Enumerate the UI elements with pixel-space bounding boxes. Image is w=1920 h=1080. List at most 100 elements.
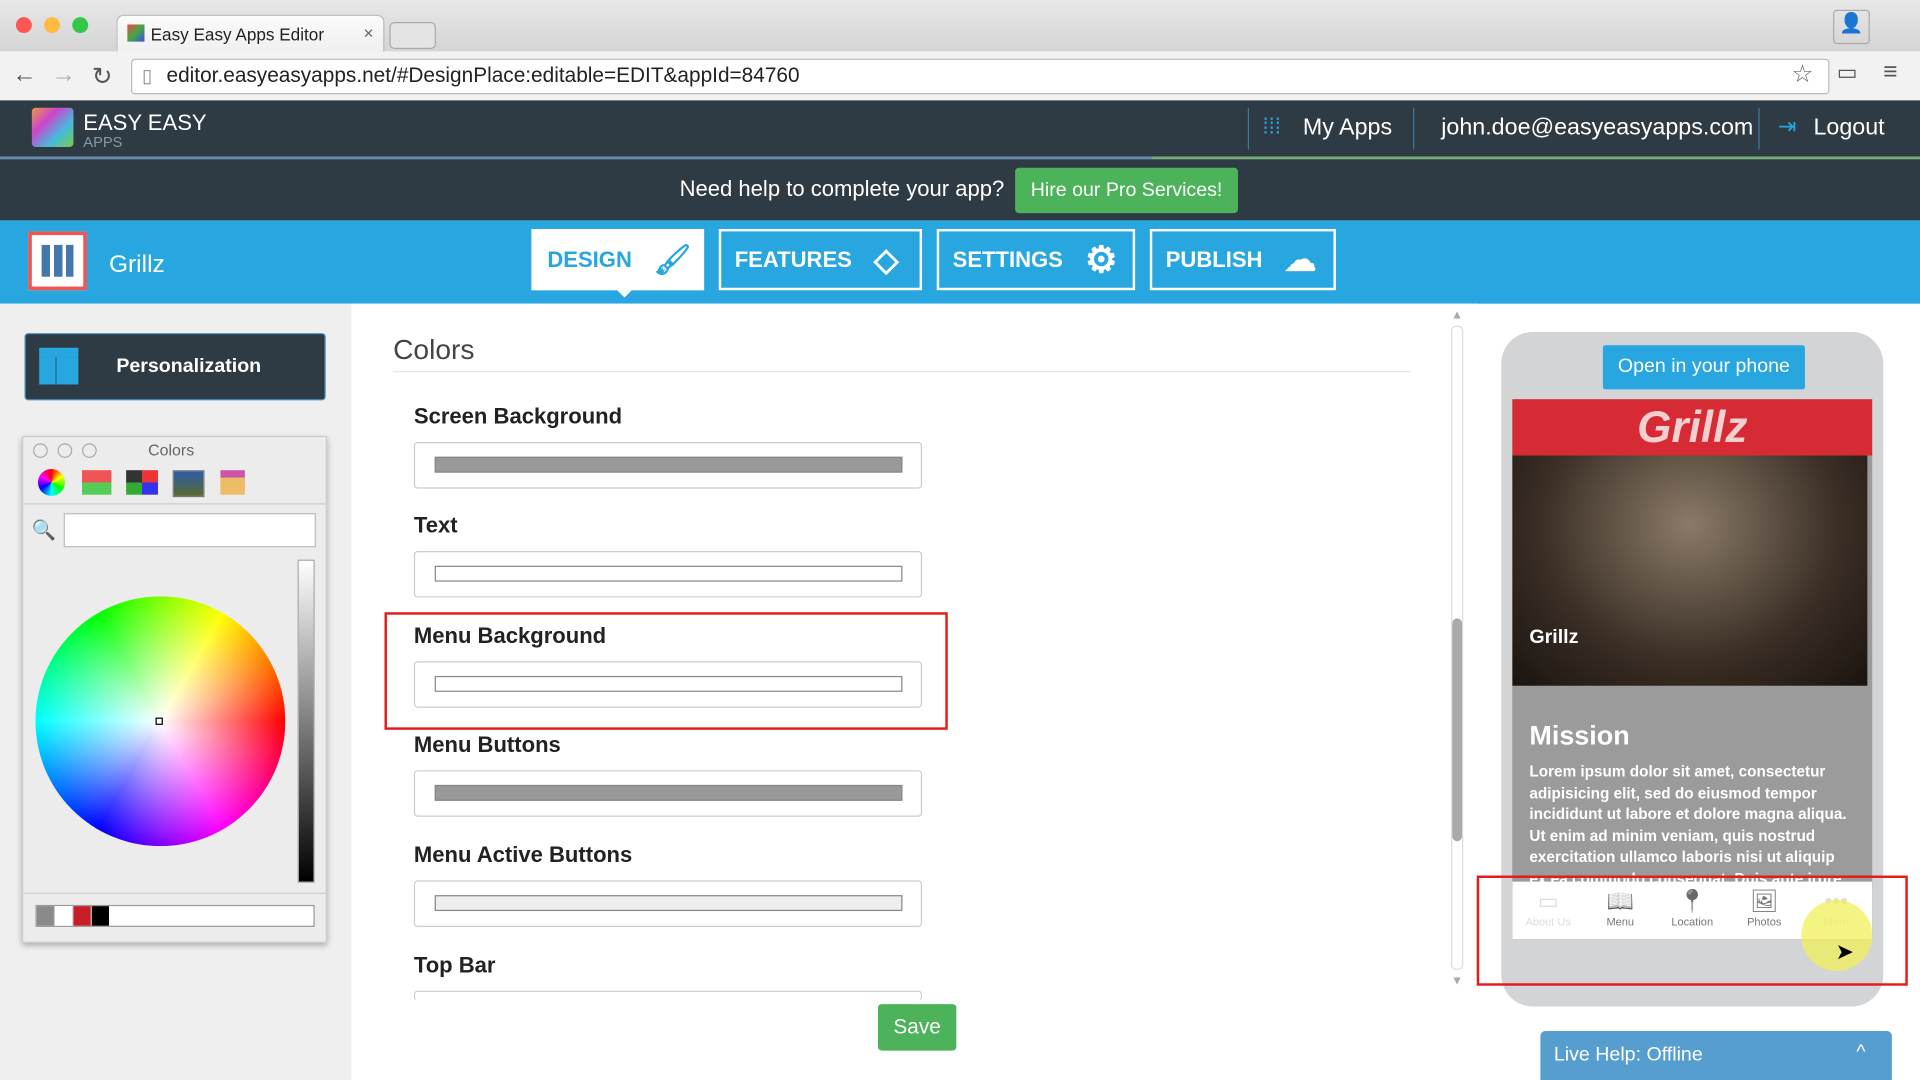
browser-tab-bar: Easy Easy Apps Editor × 👤 bbox=[0, 0, 1920, 53]
forward-icon[interactable]: → bbox=[51, 61, 75, 89]
color-swatch bbox=[434, 784, 903, 801]
scrollbar-track[interactable] bbox=[1451, 325, 1464, 970]
scroll-up-icon[interactable]: ▲ bbox=[1451, 309, 1463, 322]
page-icon: ▯ bbox=[142, 66, 153, 87]
url-input[interactable]: ▯ editor.easyeasyapps.net/#DesignPlace:e… bbox=[131, 58, 1830, 95]
color-wheel-mode-icon[interactable] bbox=[37, 468, 65, 496]
panel-zoom-button[interactable] bbox=[82, 443, 97, 458]
open-in-phone-button[interactable]: Open in your phone bbox=[1602, 345, 1805, 390]
layout-icon bbox=[39, 347, 79, 385]
tab-features[interactable]: FEATURES ◇ bbox=[718, 228, 923, 291]
search-icon: 🔍 bbox=[31, 520, 57, 542]
help-text: Need help to complete your app? bbox=[679, 176, 1005, 201]
chevron-up-icon[interactable]: ^ bbox=[1856, 1042, 1865, 1064]
favicon-icon bbox=[127, 24, 145, 42]
personalization-label: Personalization bbox=[116, 356, 262, 378]
panel-close-button[interactable] bbox=[33, 443, 48, 458]
color-input[interactable] bbox=[413, 990, 923, 1001]
logout-icon: ⇥ bbox=[1777, 113, 1797, 139]
personalization-button[interactable]: Personalization bbox=[24, 333, 326, 401]
screen: Easy Easy Apps Editor × 👤 ← → ↻ ▯ editor… bbox=[0, 0, 1920, 1080]
user-email-link[interactable]: john.doe@easyeasyapps.com bbox=[1441, 115, 1753, 142]
tab-settings[interactable]: SETTINGS ⚙ bbox=[936, 228, 1136, 291]
tab-design[interactable]: DESIGN 🖌 bbox=[531, 228, 705, 291]
swatch-strip bbox=[35, 904, 315, 927]
color-swatch bbox=[434, 895, 903, 912]
address-bar-row: ← → ↻ ▯ editor.easyeasyapps.net/#DesignP… bbox=[0, 51, 1920, 102]
logo-text: EASY EASY bbox=[83, 110, 207, 135]
section-title: Colors bbox=[393, 333, 475, 365]
sidebar: Personalization Colors 🔍 bbox=[0, 303, 352, 1080]
image-palette-icon[interactable] bbox=[172, 470, 205, 498]
swatch-gray[interactable] bbox=[36, 906, 56, 926]
color-input[interactable] bbox=[413, 551, 923, 598]
field-label: Menu Active Buttons bbox=[413, 842, 633, 867]
highlight-box bbox=[1476, 875, 1908, 986]
content-heading: Mission bbox=[1529, 720, 1630, 751]
tab-title: Easy Easy Apps Editor bbox=[150, 24, 325, 45]
close-window-button[interactable] bbox=[15, 17, 32, 34]
crayons-icon[interactable] bbox=[220, 470, 245, 495]
field-label: Menu Buttons bbox=[413, 732, 561, 757]
scrollbar-thumb[interactable] bbox=[1452, 618, 1463, 842]
minimize-window-button[interactable] bbox=[44, 17, 61, 34]
logo-icon bbox=[31, 107, 74, 147]
sliders-mode-icon[interactable] bbox=[82, 470, 112, 495]
help-bar: Need help to complete your app? Hire our… bbox=[0, 159, 1920, 221]
hero-caption: Grillz bbox=[1529, 626, 1579, 648]
color-swatch bbox=[434, 456, 903, 473]
logo-subtext: APPS bbox=[83, 133, 123, 151]
content-body: Lorem ipsum dolor sit amet, consectetur … bbox=[1529, 762, 1847, 888]
scroll-down-icon[interactable]: ▼ bbox=[1451, 975, 1463, 988]
tab-label: FEATURES bbox=[734, 246, 852, 272]
cast-icon[interactable]: ▭ bbox=[1837, 60, 1858, 86]
back-icon[interactable]: ← bbox=[12, 61, 36, 89]
swatch-white[interactable] bbox=[55, 906, 74, 926]
tab-label: PUBLISH bbox=[1165, 246, 1263, 272]
my-apps-link[interactable]: My Apps bbox=[1303, 115, 1392, 142]
menu-icon[interactable]: ≡ bbox=[1883, 59, 1897, 87]
panel-title: Colors bbox=[148, 440, 195, 460]
main-content: Colors Screen Background Text Menu Backgro… bbox=[351, 303, 1478, 1080]
phone-screen: Grillz Grillz Mission Lorem ipsum dolor … bbox=[1512, 399, 1873, 940]
color-search-input[interactable] bbox=[63, 513, 316, 548]
panel-minimize-button[interactable] bbox=[57, 443, 73, 458]
field-label: Top Bar bbox=[413, 952, 496, 978]
color-input[interactable] bbox=[413, 770, 923, 817]
tab-label: DESIGN bbox=[547, 246, 632, 272]
save-button[interactable]: Save bbox=[877, 1004, 957, 1051]
app-name: Grillz bbox=[108, 251, 165, 278]
palettes-mode-icon[interactable] bbox=[126, 470, 158, 495]
live-help-label: Live Help: Offline bbox=[1553, 1044, 1703, 1066]
logout-link[interactable]: Logout bbox=[1813, 115, 1884, 142]
bookmark-star-icon[interactable]: ☆ bbox=[1791, 59, 1813, 90]
app-nav-bar: Grillz DESIGN 🖌 FEATURES ◇ SETTINGS ⚙ PUBLI… bbox=[0, 220, 1920, 304]
tab-publish[interactable]: PUBLISH ☁ bbox=[1149, 228, 1336, 291]
tag-icon: ◇ bbox=[873, 240, 899, 278]
color-picker-panel: Colors 🔍 bbox=[22, 435, 327, 943]
color-input[interactable] bbox=[413, 880, 923, 927]
app-title-bar: Grillz bbox=[1512, 399, 1873, 456]
new-tab-button[interactable] bbox=[389, 22, 436, 49]
reload-icon[interactable]: ↻ bbox=[92, 61, 113, 92]
live-help-widget[interactable]: Live Help: Offline ^ bbox=[1540, 1031, 1892, 1080]
gear-icon: ⚙ bbox=[1084, 239, 1118, 280]
swatch-red[interactable] bbox=[73, 906, 92, 926]
color-swatch bbox=[434, 565, 903, 582]
paintbrush-icon: 🖌 bbox=[653, 243, 692, 277]
maximize-window-button[interactable] bbox=[72, 17, 89, 34]
browser-tab[interactable]: Easy Easy Apps Editor × bbox=[116, 14, 385, 53]
app-header: EASY EASY APPS ⁞⁞⁞ My Apps john.doe@easy… bbox=[0, 100, 1920, 157]
tab-label: SETTINGS bbox=[952, 246, 1063, 272]
cloud-upload-icon: ☁ bbox=[1284, 240, 1317, 278]
swatch-black[interactable] bbox=[91, 906, 109, 926]
brightness-slider[interactable] bbox=[297, 559, 315, 883]
field-label: Text bbox=[413, 513, 458, 538]
hero-image: Grillz bbox=[1512, 455, 1868, 686]
profile-icon[interactable]: 👤 bbox=[1833, 9, 1870, 45]
color-selector-handle[interactable] bbox=[155, 717, 163, 725]
close-tab-icon[interactable]: × bbox=[363, 23, 373, 43]
field-label: Screen Background bbox=[413, 404, 623, 429]
hire-pro-services-button[interactable]: Hire our Pro Services! bbox=[1015, 167, 1238, 214]
color-input[interactable] bbox=[413, 442, 923, 489]
